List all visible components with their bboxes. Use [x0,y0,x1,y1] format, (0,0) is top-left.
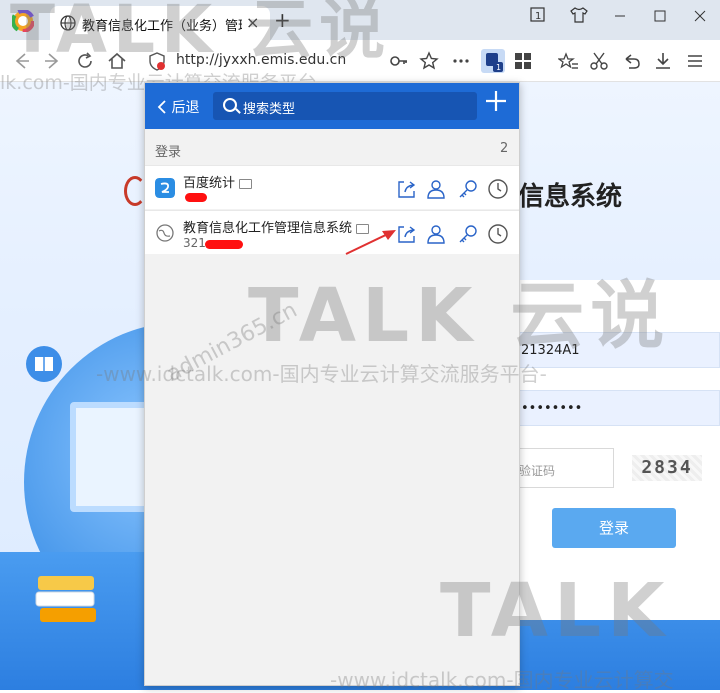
star-icon[interactable] [418,50,440,72]
captcha-input[interactable]: 验证码 [510,448,614,488]
scissors-icon[interactable] [588,50,610,72]
password-field[interactable]: •••••••• [510,390,720,426]
back-label: 后退 [171,100,200,116]
section-count: 2 [500,141,509,156]
popup-search-input[interactable]: 搜索类型 [213,92,477,120]
forward-icon[interactable] [42,50,64,72]
plus-icon [486,91,506,111]
add-entry-button[interactable] [485,89,507,117]
redaction-mark [185,193,207,202]
svg-text:1: 1 [535,11,541,22]
credential-name-text: 百度统计 [183,176,236,191]
site-title: 信息系统 [518,182,623,212]
user-icon[interactable] [425,178,447,200]
back-button[interactable]: 后退 [157,97,199,117]
url-field[interactable]: http://jyxxh.emis.edu.cn [176,52,346,68]
books-illustration [35,576,96,622]
menu-icon[interactable] [684,50,706,72]
credential-item[interactable]: 教育信息化工作管理信息系统 321 [145,210,519,254]
chevron-left-icon [157,100,166,114]
minimize-button[interactable] [605,6,635,30]
more-icon[interactable] [450,50,472,72]
back-icon[interactable] [10,50,32,72]
address-bar: http://jyxxh.emis.edu.cn 1 [0,40,720,82]
key-icon[interactable] [388,50,410,72]
home-icon[interactable] [106,50,128,72]
browser-tab[interactable]: 教育信息化工作（业务）管理 × [50,6,270,40]
apps-grid-icon[interactable] [512,50,534,72]
credential-username: 321 [183,236,206,250]
key-icon[interactable] [457,223,479,245]
undo-icon[interactable] [620,50,642,72]
search-icon [223,98,237,112]
popup-header: 后退 搜索类型 [145,83,519,129]
credential-name: 百度统计 [183,172,253,191]
reload-icon[interactable] [74,50,96,72]
shirt-icon[interactable] [570,7,588,23]
clock-icon[interactable] [487,223,509,245]
login-button[interactable]: 登录 [552,508,676,548]
folder-icon [239,178,253,189]
redaction-mark [205,240,243,249]
baidu-tongji-icon [155,178,175,198]
browser-logo-icon [12,10,34,32]
title-bar: 教育信息化工作（业务）管理 × + 1 [0,0,720,40]
username-field[interactable]: 21324A1 [510,332,720,368]
section-label: 登录 [155,145,182,160]
credential-name-text: 教育信息化工作管理信息系统 [183,221,353,236]
book-badge-icon [26,346,62,382]
download-icon[interactable] [652,50,674,72]
svg-text:1: 1 [496,63,501,72]
open-site-icon[interactable] [395,178,417,200]
password-manager-popup: 后退 搜索类型 登录 2 百度统计 教育信息化工作管理信息系统 321 [144,82,520,686]
tab-title: 教育信息化工作（业务）管理 [82,19,242,34]
annotation-arrow [345,230,396,255]
globe-icon [60,15,76,31]
maximize-icon [654,10,666,22]
window-close-button[interactable] [685,6,715,30]
new-tab-button[interactable]: + [274,10,291,30]
user-icon[interactable] [425,223,447,245]
key-icon[interactable] [457,178,479,200]
tab-count-icon[interactable]: 1 [530,7,546,23]
favorites-icon[interactable] [558,50,580,72]
search-placeholder: 搜索类型 [243,102,296,117]
site-logo [124,176,146,206]
maximize-button[interactable] [645,6,675,30]
password-manager-extension-icon[interactable]: 1 [480,48,506,74]
close-window-icon [694,10,706,22]
site-globe-icon [156,224,174,242]
close-icon[interactable]: × [246,13,259,32]
security-warning-icon[interactable] [146,50,168,72]
minimize-icon [615,15,625,17]
captcha-image[interactable]: 2834 [632,455,702,481]
clock-icon[interactable] [487,178,509,200]
credential-item[interactable]: 百度统计 [145,165,519,209]
